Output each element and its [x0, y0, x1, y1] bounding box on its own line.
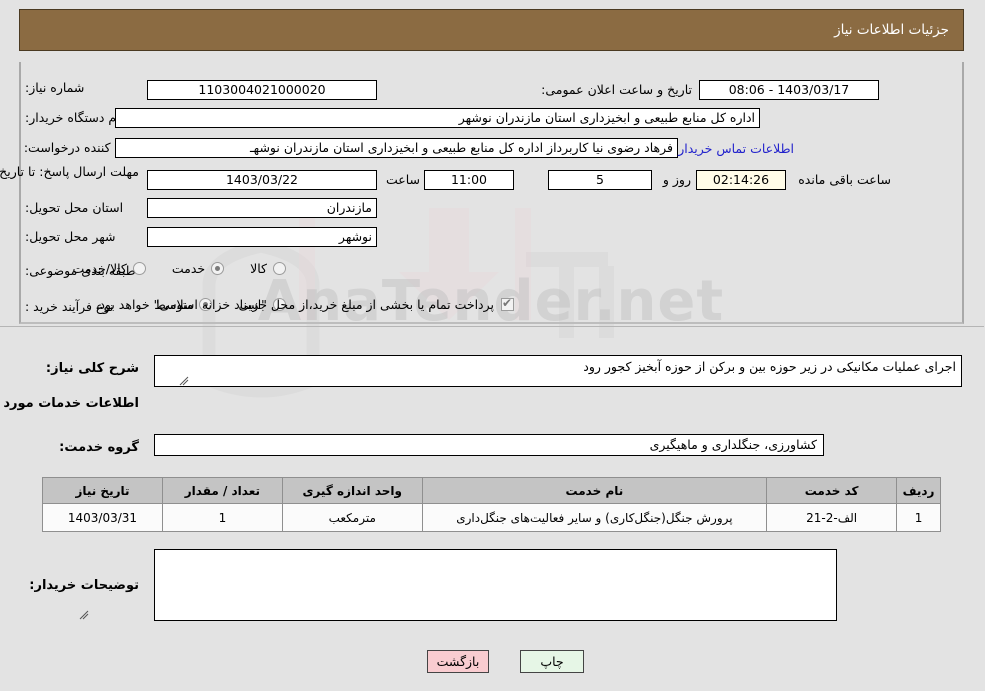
need-number-label: شماره نیاز:: [26, 80, 86, 95]
general-description-label: شرح کلی نیاز:: [46, 361, 140, 376]
radio-icon-kala-khedmat[interactable]: [133, 262, 147, 275]
table-row: 1 الف-2-21 پرورش جنگل(جنگل‌کاری) و سایر …: [43, 503, 942, 532]
cell-service-code: الف-2-21: [767, 503, 899, 532]
checkbox-treasury-docs[interactable]: [502, 296, 515, 311]
deadline-label: مهلت ارسال پاسخ: تا تاریخ:: [0, 164, 140, 179]
th-quantity: تعداد / مقدار: [162, 477, 284, 504]
creator-field: فرهاد رضوی نیا کاربرداز اداره کل منابع ط…: [116, 138, 679, 158]
th-service-name: نام خدمت: [422, 477, 769, 504]
city-field: نوشهر: [148, 227, 378, 247]
province-field: مازندران: [148, 198, 378, 218]
service-group-field[interactable]: کشاورزی، جنگلداری و ماهیگیری: [155, 434, 825, 456]
th-service-code: کد خدمت: [767, 477, 899, 504]
province-label: استان محل تحویل:: [26, 200, 125, 215]
announce-date-label: تاریخ و ساعت اعلان عمومی:: [542, 82, 693, 97]
cell-service-name: پرورش جنگل(جنگل‌کاری) و سایر فعالیت‌های …: [422, 503, 769, 532]
page-title: جزئیات اطلاعات نیاز: [835, 22, 950, 38]
need-number-row: شماره نیاز:: [22, 80, 140, 95]
city-label: شهر محل تحویل:: [26, 229, 117, 244]
radio-label-kala: کالا: [251, 261, 268, 276]
countdown-timer-field: 02:14:26: [697, 170, 787, 190]
need-number-field: 1103004021000020: [148, 80, 378, 100]
services-table: ردیف کد خدمت نام خدمت واحد اندازه گیری ت…: [43, 477, 942, 532]
radio-option-kala-khedmat[interactable]: کالا/خدمت: [73, 261, 147, 276]
buyer-notes-label: توضیحات خریدار:: [30, 578, 140, 593]
th-row-number: ردیف: [897, 477, 942, 504]
treasury-note-text: پرداخت تمام یا بخشی از مبلغ خرید،از محل …: [96, 297, 495, 312]
radio-option-khedmat[interactable]: خدمت: [172, 261, 226, 276]
need-info-panel: [20, 62, 965, 324]
deadline-time-field: 11:00: [425, 170, 515, 190]
deadline-time-label: ساعت: [386, 172, 421, 187]
table-header-row: ردیف کد خدمت نام خدمت واحد اندازه گیری ت…: [43, 477, 942, 504]
radio-label-khedmat: خدمت: [172, 261, 207, 276]
deadline-date-field: 1403/03/22: [148, 170, 378, 190]
print-button[interactable]: چاپ: [521, 650, 585, 673]
resize-grip-icon-2: [80, 610, 90, 620]
service-group-label: گروه خدمت:: [60, 440, 140, 455]
section-divider: [0, 326, 985, 327]
radio-option-kala[interactable]: کالا: [251, 261, 287, 276]
cell-row-number: 1: [897, 503, 942, 532]
buyer-notes-textarea[interactable]: [155, 549, 838, 621]
announce-date-field: 1403/03/17 - 08:06: [700, 80, 880, 100]
general-description-textarea[interactable]: اجرای عملیات مکانیکی در زیر حوزه بین و ب…: [155, 355, 963, 387]
th-unit: واحد اندازه گیری: [282, 477, 424, 504]
back-button[interactable]: بازگشت: [428, 650, 490, 673]
th-need-date: تاریخ نیاز: [43, 477, 164, 504]
page-header-bar: جزئیات اطلاعات نیاز: [20, 9, 965, 51]
cell-quantity: 1: [162, 503, 284, 532]
radio-icon-khedmat[interactable]: [212, 262, 226, 275]
cell-need-date: 1403/03/31: [43, 503, 164, 532]
remaining-days-label: روز و: [663, 172, 692, 187]
services-section-heading: اطلاعات خدمات مورد نیاز: [0, 396, 140, 411]
remaining-days-field: 5: [549, 170, 653, 190]
category-radio-group: کالا خدمت کالا/خدمت: [47, 261, 287, 276]
buyer-contact-link[interactable]: اطلاعات تماس خریدار: [679, 141, 795, 156]
cell-unit: مترمکعب: [282, 503, 424, 532]
treasury-note-row: پرداخت تمام یا بخشی از مبلغ خرید،از محل …: [96, 296, 515, 312]
radio-label-kala-khedmat: کالا/خدمت: [73, 261, 128, 276]
remaining-hours-label: ساعت باقی مانده: [799, 172, 892, 187]
buyer-org-field: اداره کل منابع طبیعی و ابخیزداری استان م…: [116, 108, 761, 128]
radio-icon-kala[interactable]: [274, 262, 287, 275]
